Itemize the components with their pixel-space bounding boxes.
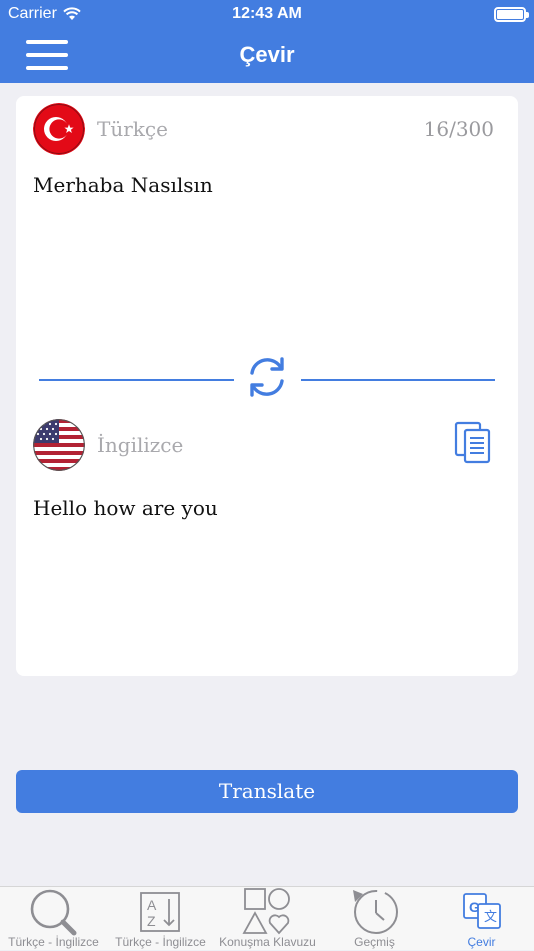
shapes-icon [241, 888, 290, 935]
status-time: 12:43 AM [232, 5, 302, 22]
copy-icon[interactable] [454, 421, 492, 465]
swap-languages-icon[interactable] [244, 354, 290, 400]
page-title: Çevir [239, 42, 295, 67]
source-text-input[interactable]: Merhaba Nasılsın [33, 173, 213, 197]
svg-text:文: 文 [484, 910, 497, 925]
translate-button[interactable]: Translate [16, 770, 518, 813]
search-icon [30, 889, 76, 936]
sort-az-icon: A Z [139, 892, 180, 932]
tab-alphabetical[interactable]: A Z Türkçe - İngilizce [107, 887, 214, 951]
character-counter: 16/300 [423, 117, 494, 141]
status-bar: Carrier 12:43 AM [0, 0, 534, 28]
target-language-label[interactable]: İngilizce [97, 433, 183, 457]
tab-dictionary-search[interactable]: Türkçe - İngilizce [0, 887, 107, 951]
translation-card: Türkçe 16/300 Merhaba Nasılsın İngilizce… [16, 96, 518, 676]
tab-phrasebook[interactable]: Konuşma Klavuzu [214, 887, 321, 951]
tab-history[interactable]: Geçmiş [321, 887, 428, 951]
history-icon [352, 890, 398, 934]
divider-right [301, 379, 495, 381]
svg-text:A: A [147, 897, 157, 913]
battery-icon [494, 7, 529, 22]
svg-text:Z: Z [147, 913, 156, 929]
usa-flag-icon [33, 419, 85, 471]
translated-text: Hello how are you [33, 496, 218, 520]
source-language-label[interactable]: Türkçe [97, 117, 168, 141]
tab-label: Çevir [467, 935, 496, 949]
turkey-flag-icon [33, 103, 85, 155]
navigation-bar: Çevir [0, 28, 534, 83]
translate-icon: G 文 [462, 893, 501, 929]
tab-translate[interactable]: G 文 Çevir [428, 887, 534, 951]
divider-left [39, 379, 234, 381]
tab-bar: Türkçe - İngilizce A Z Türkçe - İngilizc… [0, 886, 534, 950]
